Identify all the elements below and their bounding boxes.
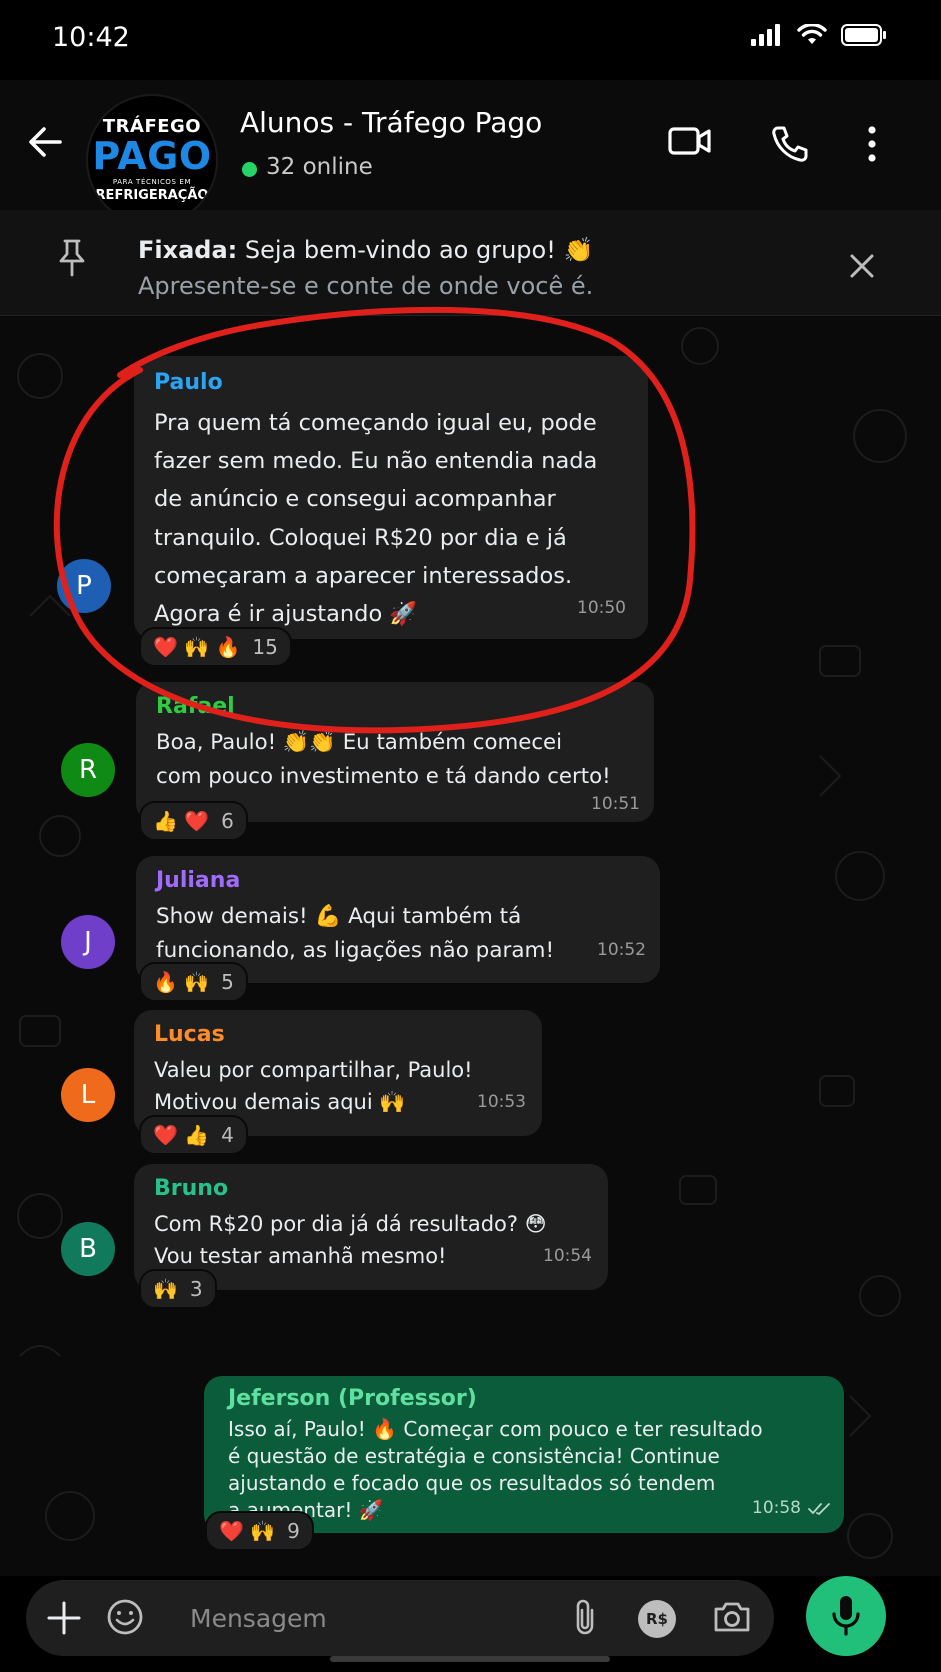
sender-name[interactable]: Rafael <box>156 694 235 719</box>
signal-icon <box>751 24 780 46</box>
reaction-count: 3 <box>189 1277 203 1301</box>
sender-name[interactable]: Juliana <box>156 868 240 893</box>
avatar[interactable]: L <box>61 1068 115 1122</box>
avatar[interactable]: P <box>57 559 111 613</box>
reaction-count: 4 <box>221 1123 234 1147</box>
reactions[interactable]: 🔥 🙌 5 <box>139 962 248 1002</box>
message-time: 10:53 <box>477 1092 526 1112</box>
logo-text: PARA TÉCNICOS EM <box>112 178 192 186</box>
reaction-count: 15 <box>252 635 278 659</box>
reactions[interactable]: ❤️ 🙌 🔥 15 <box>139 627 292 667</box>
group-avatar[interactable]: TRÁFEGO PAGO PARA TÉCNICOS EM REFRIGERAÇ… <box>86 94 218 226</box>
chat-header: TRÁFEGO PAGO PARA TÉCNICOS EM REFRIGERAÇ… <box>0 80 941 226</box>
reactions[interactable]: 🙌 3 <box>139 1269 217 1309</box>
message-text: Boa, Paulo! 👏👏 Eu também comecei com pou… <box>156 730 611 789</box>
chat-area[interactable]: P Paulo Pra quem tá começando igual eu, … <box>0 316 941 1576</box>
message-time: 10:52 <box>597 940 646 960</box>
message-time: 10:54 <box>543 1246 592 1266</box>
pin-icon <box>59 239 85 277</box>
message-bubble[interactable]: Paulo Pra quem tá começando igual eu, po… <box>134 356 648 639</box>
message-text: Pra quem tá começando igual eu, pode faz… <box>154 410 598 628</box>
message-input-container[interactable]: Mensagem R$ <box>26 1580 774 1656</box>
home-indicator <box>330 1656 610 1662</box>
camera-icon[interactable] <box>712 1600 752 1634</box>
pinned-label: Fixada: <box>138 236 238 264</box>
reaction-emojis: ❤️ 🙌 🔥 <box>153 635 241 659</box>
avatar[interactable]: J <box>61 915 115 969</box>
message-time: 10:51 <box>591 794 640 814</box>
message-input[interactable]: Mensagem <box>190 1604 327 1633</box>
reaction-count: 5 <box>221 970 234 994</box>
message-text: Valeu por compartilhar, Paulo! Motivou d… <box>154 1058 473 1114</box>
mic-button[interactable] <box>806 1576 886 1656</box>
avatar[interactable]: R <box>61 743 115 797</box>
message-text: Isso aí, Paulo! 🔥 Começar com pouco e te… <box>228 1417 763 1522</box>
reaction-emojis: 🔥 🙌 <box>153 970 210 994</box>
wifi-icon <box>797 24 827 44</box>
reaction-emojis: ❤️ 👍 <box>153 1123 210 1147</box>
status-icons <box>751 24 887 46</box>
video-call-icon[interactable] <box>668 124 712 158</box>
microphone-icon <box>832 1596 860 1636</box>
more-options-icon[interactable] <box>864 124 880 164</box>
online-count: 32 online <box>266 154 373 180</box>
pinned-text: Fixada: Seja bem-vindo ao grupo! 👏 <box>138 236 593 264</box>
attach-icon[interactable] <box>572 1596 598 1638</box>
sender-name[interactable]: Jeferson (Professor) <box>228 1386 477 1411</box>
logo-text: PAGO <box>92 134 212 178</box>
online-indicator <box>242 162 257 177</box>
sender-name[interactable]: Bruno <box>154 1176 228 1201</box>
reactions[interactable]: ❤️ 👍 4 <box>139 1115 248 1155</box>
reaction-count: 6 <box>221 809 234 833</box>
sender-name[interactable]: Paulo <box>154 370 223 395</box>
chat-screen: 10:42 TRÁFEGO PAGO PARA TÉCNICOS EM REFR… <box>0 0 941 1672</box>
pinned-line1: Seja bem-vindo ao grupo! 👏 <box>244 236 594 264</box>
reaction-emojis: 🙌 <box>153 1277 178 1301</box>
message-time: 10:58 <box>752 1498 801 1518</box>
back-arrow-icon[interactable] <box>24 120 68 164</box>
voice-call-icon[interactable] <box>770 124 810 164</box>
reaction-count: 9 <box>287 1519 300 1543</box>
double-check-icon <box>808 1503 830 1515</box>
battery-icon <box>841 24 886 46</box>
payment-icon[interactable]: R$ <box>638 1600 676 1638</box>
sender-name[interactable]: Lucas <box>154 1022 225 1047</box>
reaction-emojis: ❤️ 🙌 <box>219 1519 276 1543</box>
message-time: 10:50 <box>577 598 626 618</box>
logo-text: REFRIGERAÇÃO <box>95 188 209 203</box>
plus-icon[interactable] <box>46 1600 82 1636</box>
avatar[interactable]: B <box>61 1222 115 1276</box>
reaction-emojis: 👍 ❤️ <box>153 809 210 833</box>
pinned-message[interactable]: Fixada: Seja bem-vindo ao grupo! 👏 Apres… <box>0 210 941 316</box>
message-text: Show demais! 💪 Aqui também tá funcionand… <box>156 904 555 963</box>
pinned-subtext: Apresente-se e conte de onde você é. <box>138 272 594 300</box>
close-icon[interactable] <box>848 252 876 280</box>
status-time: 10:42 <box>52 22 130 53</box>
status-bar: 10:42 <box>0 0 941 80</box>
group-name[interactable]: Alunos - Tráfego Pago <box>240 106 542 139</box>
outgoing-message-bubble[interactable]: Jeferson (Professor) Isso aí, Paulo! 🔥 C… <box>204 1376 844 1533</box>
message-text: Com R$20 por dia já dá resultado? 😳 Vou … <box>154 1212 547 1268</box>
reactions[interactable]: 👍 ❤️ 6 <box>139 801 248 841</box>
emoji-icon[interactable] <box>106 1598 144 1636</box>
reactions[interactable]: ❤️ 🙌 9 <box>205 1511 314 1551</box>
